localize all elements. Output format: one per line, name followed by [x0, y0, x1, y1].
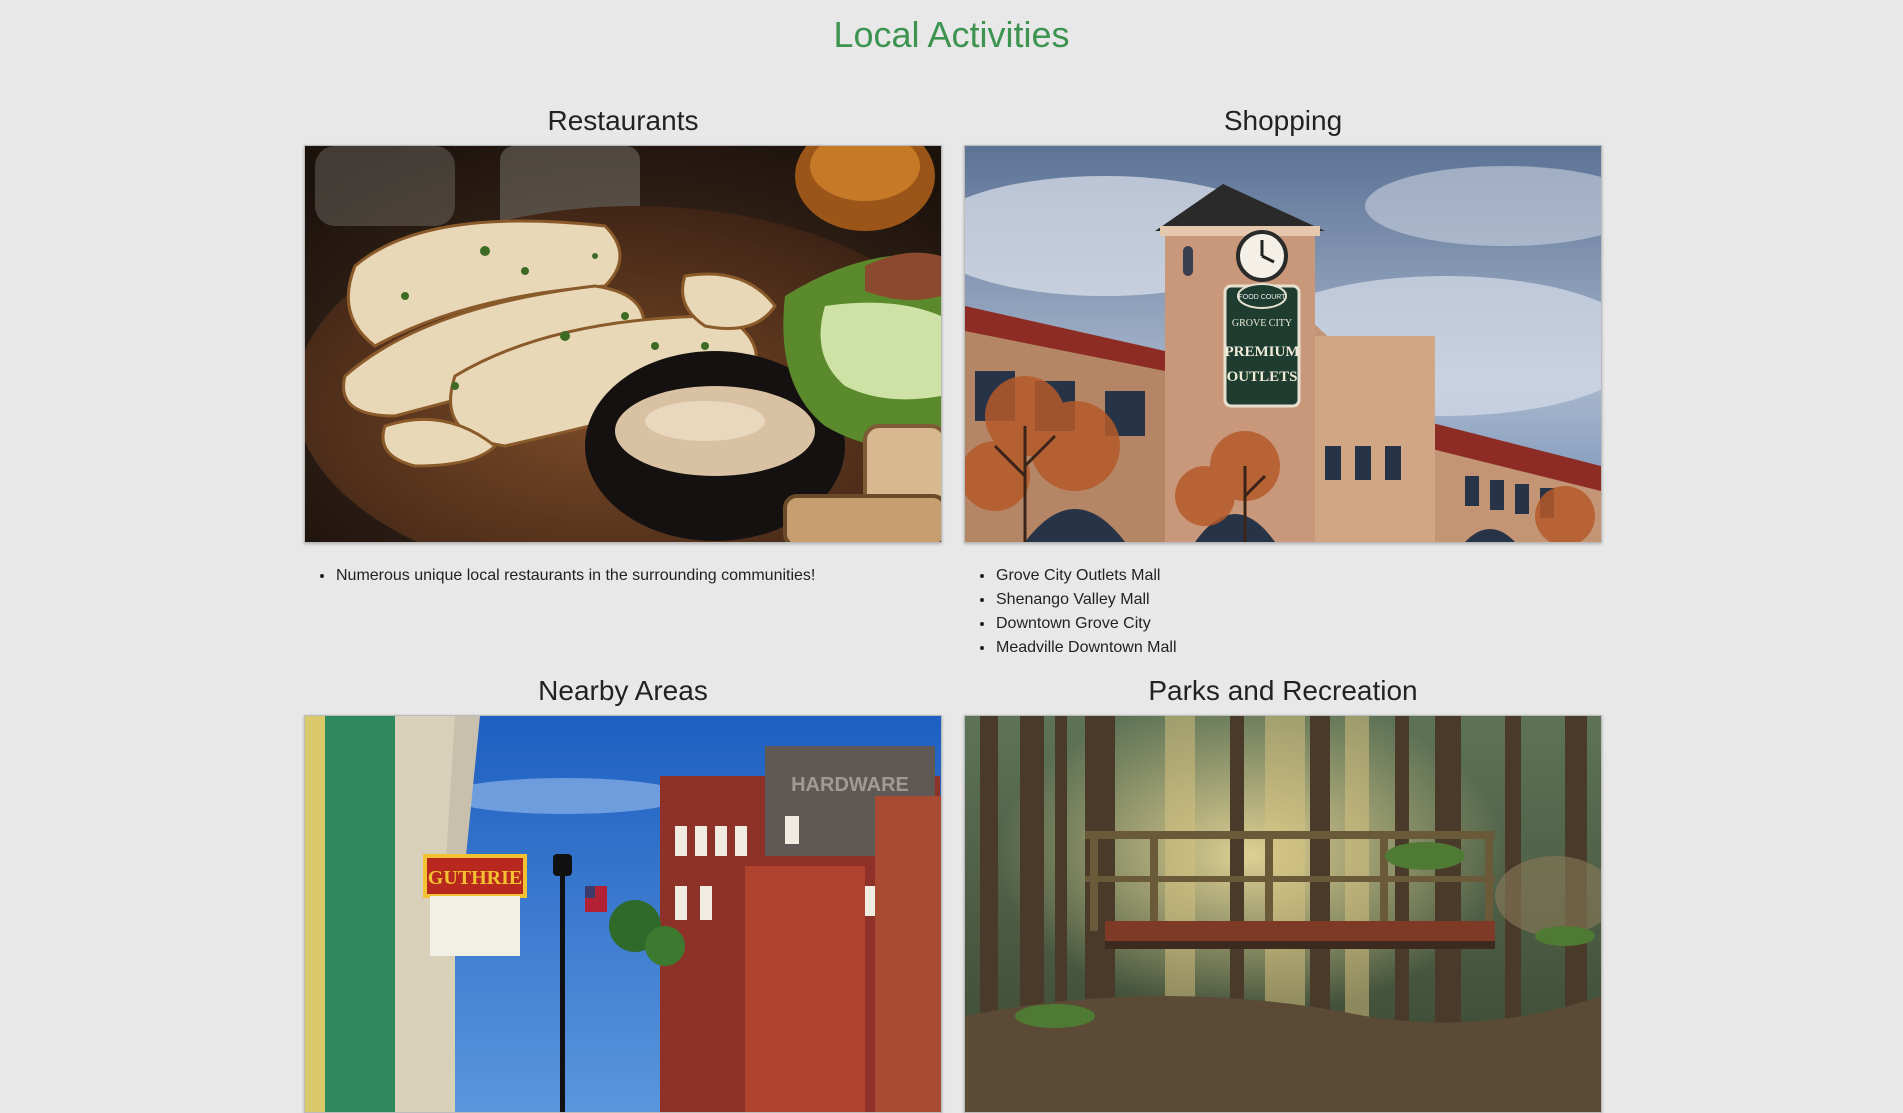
restaurant-food-photo	[304, 145, 942, 543]
restaurants-list: Numerous unique local restaurants in the…	[304, 564, 942, 588]
list-item: Meadville Downtown Mall	[995, 636, 1602, 660]
card-heading: Restaurants	[547, 105, 699, 136]
sign-brand-text: GROVE CITY	[1232, 318, 1292, 329]
wall-sign-text: HARDWARE	[791, 774, 909, 796]
card-nearby-areas: Nearby Areas GUTHRIE HARDWARE	[304, 673, 942, 1113]
historic-downtown-street-photo: GUTHRIE HARDWARE	[304, 715, 942, 1113]
card-parks-recreation: Parks and Recreation	[964, 673, 1602, 1113]
sign-outlets-text: OUTLETS	[1227, 369, 1298, 385]
card-heading: Parks and Recreation	[1148, 675, 1418, 706]
page-title: Local Activities	[833, 14, 1070, 55]
card-restaurants: Restaurants • Numerous unique local rest…	[304, 103, 942, 588]
list-item: Downtown Grove City	[995, 612, 1602, 636]
list-item: Numerous unique local restaurants in the…	[335, 564, 942, 588]
forest-bridge-photo	[964, 715, 1602, 1113]
sign-food-court-text: FOOD COURT	[1239, 294, 1287, 301]
shopping-list: Grove City Outlets Mall Shenango Valley …	[964, 564, 1602, 660]
card-shopping: Shopping FOOD COURT GROVE CITY PREMIUM O…	[964, 103, 1602, 660]
list-item: Shenango Valley Mall	[995, 588, 1602, 612]
list-item: Grove City Outlets Mall	[995, 564, 1602, 588]
card-heading: Shopping	[1223, 105, 1343, 136]
card-heading: Nearby Areas	[538, 675, 708, 706]
marquee-text: GUTHRIE	[428, 867, 522, 889]
outlet-mall-clocktower-photo: FOOD COURT GROVE CITY PREMIUM OUTLETS	[964, 145, 1602, 543]
sign-premium-text: PREMIUM	[1225, 344, 1300, 360]
